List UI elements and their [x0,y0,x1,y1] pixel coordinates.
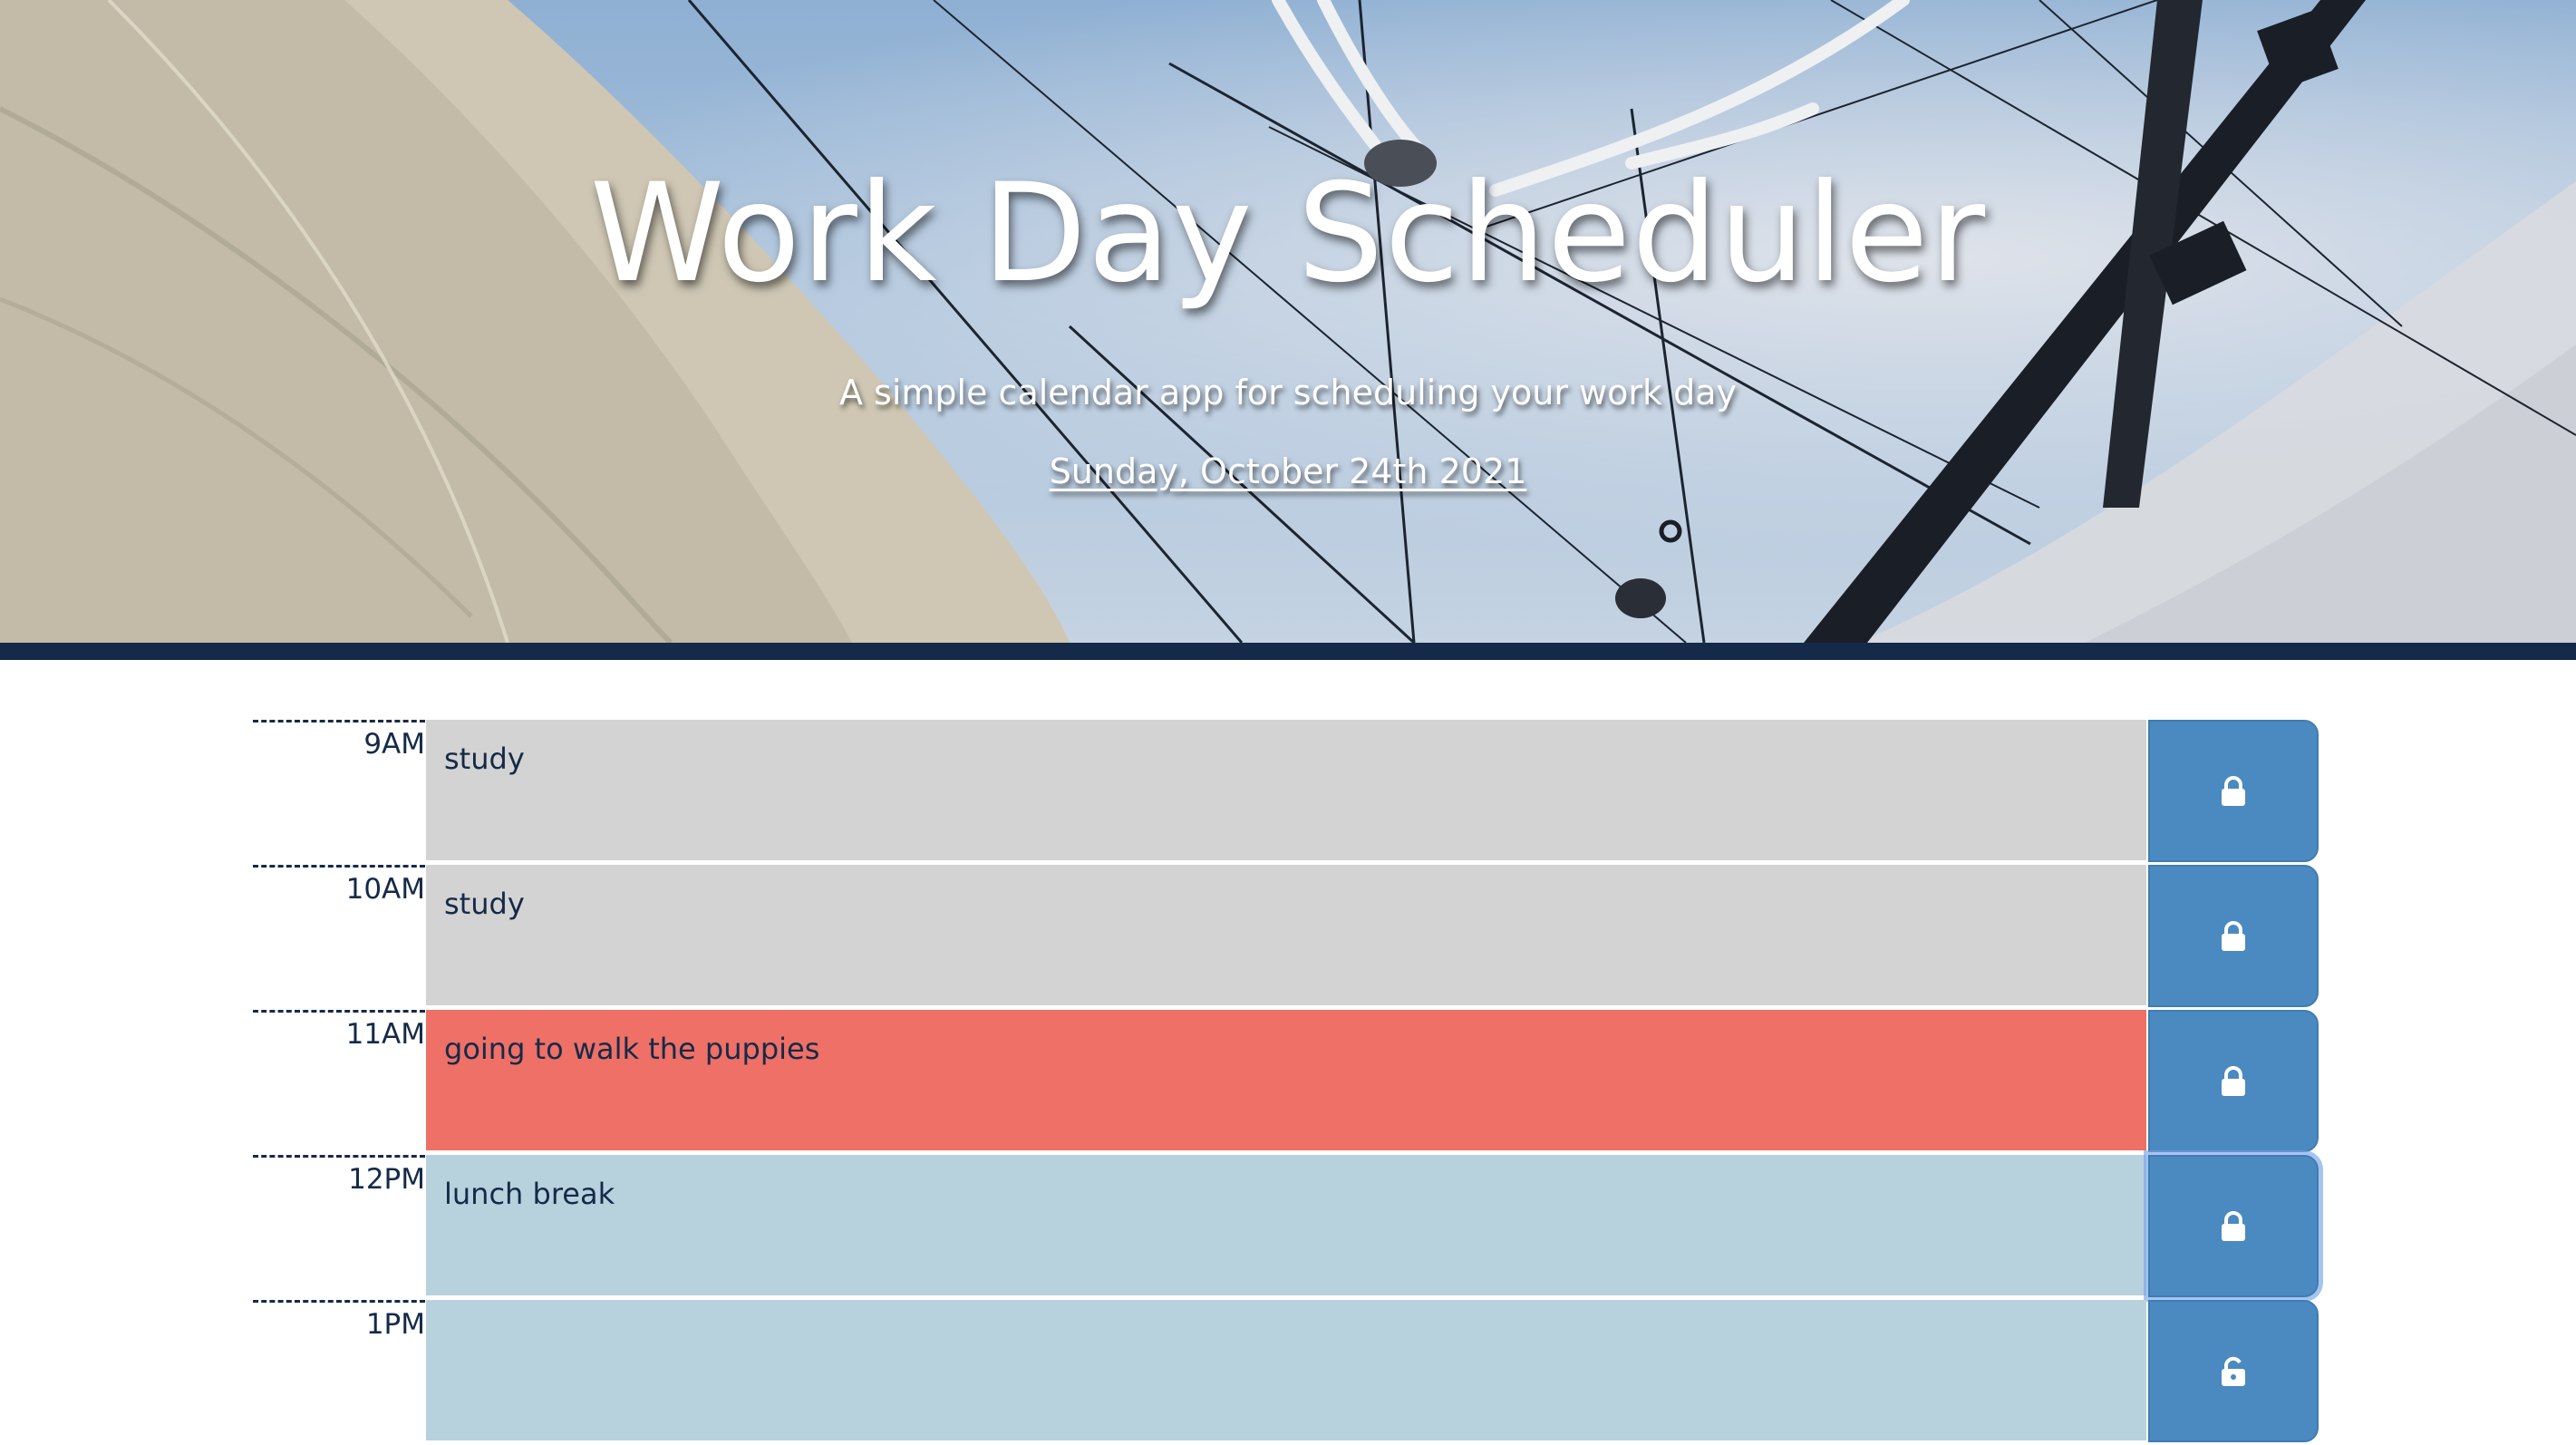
lock-icon [2220,920,2247,952]
lock-icon [2220,775,2247,807]
hour-label: 10AM [253,865,425,1010]
description-input[interactable]: study [426,720,2146,862]
lock-icon [2220,1210,2247,1242]
unlock-icon [2220,1356,2247,1387]
sail-background-image [0,0,2576,643]
page-subtitle: A simple calendar app for scheduling you… [838,373,1738,412]
time-block-12pm: 12PM lunch break [253,1155,2319,1300]
lock-icon [2220,1065,2247,1097]
save-button[interactable] [2148,865,2319,1007]
current-day: Sunday, October 24th 2021 [1049,451,1527,491]
description-input[interactable] [426,1300,2146,1442]
hour-label: 1PM [253,1300,425,1445]
hour-label: 11AM [253,1010,425,1155]
description-input[interactable]: lunch break [426,1155,2146,1297]
header-jumbotron: Work Day Scheduler A simple calendar app… [0,0,2576,643]
save-button[interactable] [2148,1300,2319,1442]
hour-label: 9AM [253,720,425,865]
time-block-1pm: 1PM [253,1300,2319,1445]
time-block-10am: 10AM study [253,865,2319,1010]
time-block-9am: 9AM study [253,720,2319,865]
hour-label: 12PM [253,1155,425,1300]
description-input[interactable]: study [426,865,2146,1007]
page-title: Work Day Scheduler [589,155,1987,313]
save-button[interactable] [2148,1010,2319,1152]
header-divider-bar [0,643,2576,660]
save-button[interactable] [2148,1155,2319,1297]
save-button[interactable] [2148,720,2319,862]
description-input[interactable]: going to walk the puppies [426,1010,2146,1152]
time-block-11am: 11AM going to walk the puppies [253,1010,2319,1155]
